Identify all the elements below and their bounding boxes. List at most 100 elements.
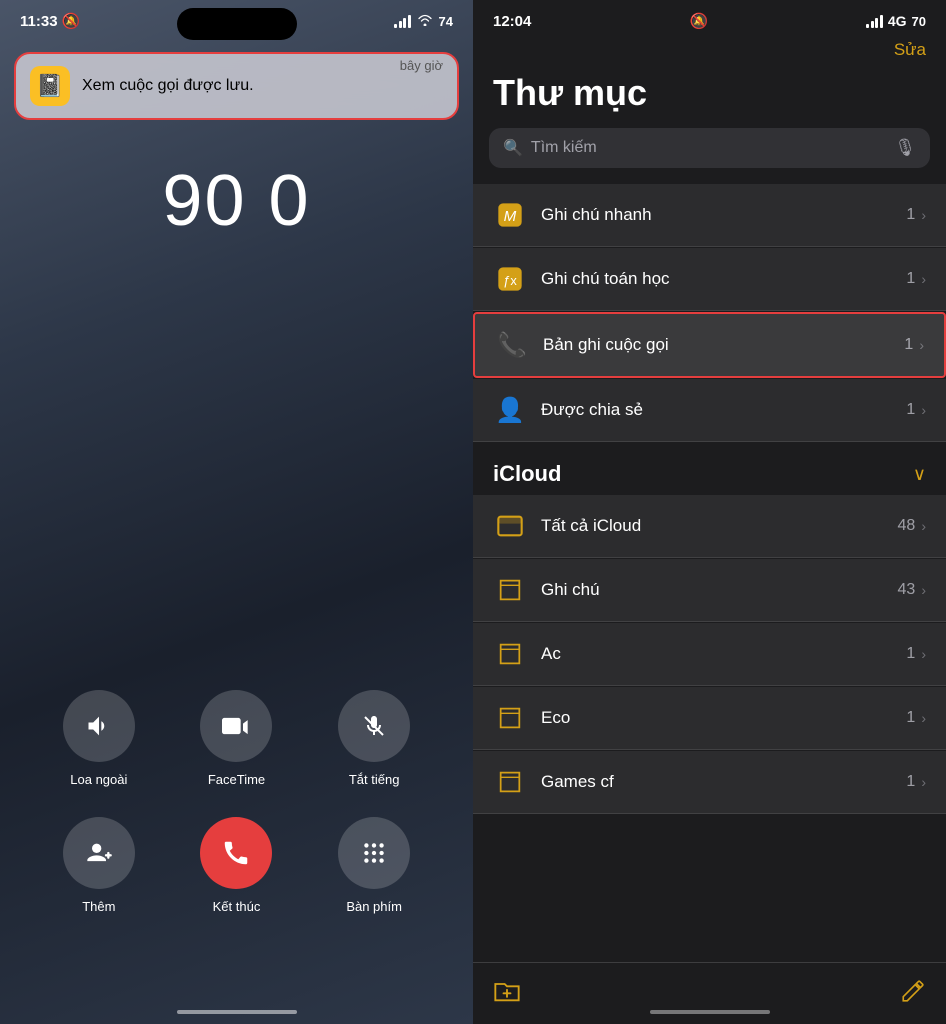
new-folder-button[interactable] (493, 977, 521, 1010)
left-panel: 11:33 🔕 74 📓 (0, 0, 473, 1024)
tat-ca-icloud-icon (493, 509, 527, 543)
svg-text:M: M (504, 208, 517, 225)
battery-left: 74 (439, 14, 453, 29)
facetime-button[interactable]: FaceTime (200, 690, 272, 787)
mic-icon: 🎙 (894, 138, 916, 158)
ac-label: Ac (541, 644, 906, 664)
facetime-label: FaceTime (208, 772, 265, 787)
call-controls: Loa ngoài FaceTime Tắt (0, 690, 473, 944)
left-status-left: 11:33 🔕 (20, 12, 80, 30)
games-cf-label: Games cf (541, 772, 906, 792)
mute-button[interactable]: Tắt tiếng (338, 690, 410, 787)
list-item-ac[interactable]: Ac 1 › (473, 623, 946, 686)
ghi-chu-toan-hoc-chevron: › (921, 271, 926, 287)
add-label: Thêm (82, 899, 115, 914)
notif-app-icon: 📓 (30, 66, 70, 106)
icloud-section-header[interactable]: iCloud ∨ (473, 443, 946, 495)
list-item-ban-ghi-cuoc-goi[interactable]: 📞 Bản ghi cuộc gọi 1 › (473, 312, 946, 378)
notification-banner[interactable]: 📓 Xem cuộc gọi được lưu. bây giờ (14, 52, 459, 120)
duoc-chia-se-icon: 👤 (493, 393, 527, 427)
svg-text:ƒx: ƒx (503, 273, 517, 288)
call-number: 90 0 (162, 160, 310, 242)
folders-list: M Ghi chú nhanh 1 › ƒx Ghi chú toán học … (473, 184, 946, 962)
right-status-right: 4G 70 (866, 13, 926, 29)
ghi-chu-toan-hoc-icon: ƒx (493, 262, 527, 296)
battery-right: 70 (912, 14, 926, 29)
right-time: 12:04 (493, 13, 531, 30)
dynamic-island (177, 8, 297, 40)
speaker-button[interactable]: Loa ngoài (63, 690, 135, 787)
ac-icon (493, 637, 527, 671)
left-mute-icon: 🔕 (62, 12, 81, 30)
signal-icon (394, 14, 411, 28)
wifi-icon (417, 13, 433, 30)
keypad-circle (338, 817, 410, 889)
controls-row-2: Thêm Kết thúc (30, 817, 443, 914)
icloud-chevron-icon: ∨ (913, 464, 926, 485)
list-item-ghi-chu-nhanh[interactable]: M Ghi chú nhanh 1 › (473, 184, 946, 247)
icloud-title: iCloud (493, 461, 561, 487)
list-item-duoc-chia-se[interactable]: 👤 Được chia sẻ 1 › (473, 379, 946, 442)
ghi-chu-label: Ghi chú (541, 580, 898, 600)
notif-time: bây giờ (400, 58, 443, 73)
page-title: Thư mục (473, 68, 946, 128)
ban-ghi-cuoc-goi-icon: 📞 (495, 328, 529, 362)
left-status-bar: 11:33 🔕 74 (0, 0, 473, 36)
ghi-chu-chevron: › (921, 582, 926, 598)
keypad-button[interactable]: Bàn phím (338, 817, 410, 914)
mute-circle (338, 690, 410, 762)
ghi-chu-nhanh-icon: M (493, 198, 527, 232)
right-panel: 12:04 🔕 4G 70 Sửa Thư mục 🔍 Tìm kiếm 🎙 (473, 0, 946, 1024)
tat-ca-icloud-count: 48 (898, 517, 916, 535)
end-call-button[interactable]: Kết thúc (200, 817, 272, 914)
ghi-chu-toan-hoc-count: 1 (906, 270, 915, 288)
ghi-chu-count: 43 (898, 581, 916, 599)
right-status-bar: 12:04 🔕 4G 70 (473, 0, 946, 36)
ghi-chu-nhanh-label: Ghi chú nhanh (541, 205, 906, 225)
tat-ca-icloud-chevron: › (921, 518, 926, 534)
eco-icon (493, 701, 527, 735)
list-item-eco[interactable]: Eco 1 › (473, 687, 946, 750)
bottom-toolbar (473, 962, 946, 1024)
list-item-ghi-chu-toan-hoc[interactable]: ƒx Ghi chú toán học 1 › (473, 248, 946, 311)
mute-label: Tắt tiếng (349, 772, 400, 787)
ban-ghi-cuoc-goi-count: 1 (904, 336, 913, 354)
search-placeholder-text: Tìm kiếm (531, 139, 886, 157)
left-status-right: 74 (394, 13, 453, 30)
list-item-ghi-chu[interactable]: Ghi chú 43 › (473, 559, 946, 622)
duoc-chia-se-count: 1 (906, 401, 915, 419)
add-circle (63, 817, 135, 889)
end-call-label: Kết thúc (213, 899, 261, 914)
home-indicator-left (177, 1010, 297, 1014)
ban-ghi-cuoc-goi-chevron: › (919, 337, 924, 353)
add-button[interactable]: Thêm (63, 817, 135, 914)
speaker-label: Loa ngoài (70, 772, 127, 787)
left-time: 11:33 (20, 13, 58, 30)
right-header: Sửa (473, 36, 946, 68)
ghi-chu-nhanh-chevron: › (921, 207, 926, 223)
duoc-chia-se-chevron: › (921, 402, 926, 418)
search-bar[interactable]: 🔍 Tìm kiếm 🎙 (489, 128, 930, 168)
right-signal-icon (866, 14, 883, 28)
facetime-circle (200, 690, 272, 762)
games-cf-icon (493, 765, 527, 799)
ghi-chu-toan-hoc-label: Ghi chú toán học (541, 269, 906, 289)
tat-ca-icloud-label: Tất cả iCloud (541, 516, 898, 536)
games-cf-count: 1 (906, 773, 915, 791)
ac-chevron: › (921, 646, 926, 662)
ghi-chu-icon (493, 573, 527, 607)
end-call-circle (200, 817, 272, 889)
list-item-games-cf[interactable]: Games cf 1 › (473, 751, 946, 814)
controls-row-1: Loa ngoài FaceTime Tắt (30, 690, 443, 787)
edit-button[interactable]: Sửa (894, 40, 926, 60)
list-item-tat-ca-icloud[interactable]: Tất cả iCloud 48 › (473, 495, 946, 558)
eco-label: Eco (541, 708, 906, 728)
keypad-label: Bàn phím (346, 899, 402, 914)
games-cf-chevron: › (921, 774, 926, 790)
compose-button[interactable] (900, 978, 926, 1009)
speaker-circle (63, 690, 135, 762)
eco-count: 1 (906, 709, 915, 727)
ghi-chu-nhanh-count: 1 (906, 206, 915, 224)
ban-ghi-cuoc-goi-label: Bản ghi cuộc gọi (543, 335, 904, 355)
ac-count: 1 (906, 645, 915, 663)
